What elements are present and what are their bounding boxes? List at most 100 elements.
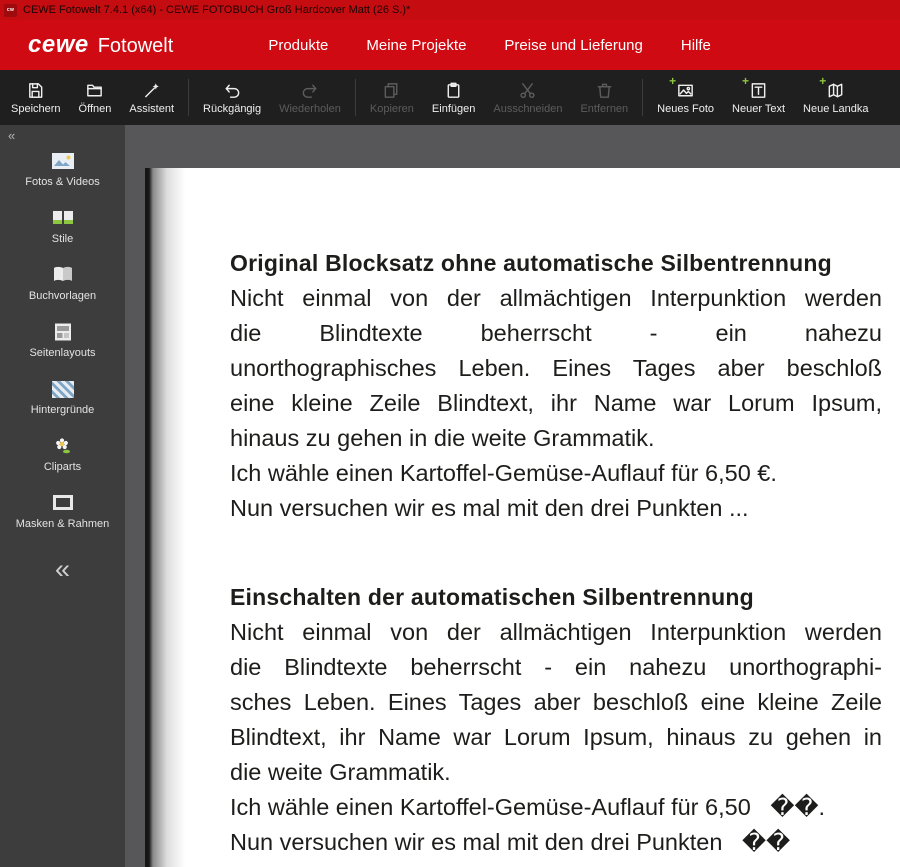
section-heading: Original Blocksatz ohne automatische Sil… bbox=[230, 250, 832, 276]
sidebar-item-label: Masken & Rahmen bbox=[15, 518, 110, 530]
book-page[interactable]: Original Blocksatz ohne automatische Sil… bbox=[145, 168, 900, 867]
copy-icon bbox=[382, 80, 401, 100]
redo-button-label: Wiederholen bbox=[279, 103, 341, 115]
sidebar-item-buchvorlagen[interactable]: Buchvorlagen bbox=[0, 265, 125, 302]
save-button[interactable]: Speichern bbox=[2, 70, 70, 125]
toolbar: Speichern Öffnen Assistent Rückgängig Wi… bbox=[0, 70, 900, 125]
undo-button-label: Rückgängig bbox=[203, 103, 262, 115]
body-line: die Blindtexte beherrscht - ein nahezu bbox=[230, 320, 882, 346]
sidebar-item-label: Fotos & Videos bbox=[25, 176, 100, 188]
page-layouts-icon bbox=[51, 322, 75, 342]
main-menu: Produkte Meine Projekte Preise und Liefe… bbox=[268, 37, 711, 54]
body-line: sches Leben. Eines Tages aber beschloß e… bbox=[230, 689, 882, 715]
body-line: unorthographisches Leben. Eines Tages ab… bbox=[230, 355, 882, 381]
masks-frames-icon bbox=[51, 493, 75, 513]
new-map-button-label: Neue Landka bbox=[803, 103, 869, 115]
new-text-button-label: Neuer Text bbox=[732, 103, 786, 115]
trash-icon bbox=[595, 80, 614, 100]
sidebar-item-seitenlayouts[interactable]: Seitenlayouts bbox=[0, 322, 125, 359]
sidebar-item-label: Buchvorlagen bbox=[28, 290, 97, 302]
body-line: die weite Grammatik. bbox=[230, 759, 451, 785]
open-button-label: Öffnen bbox=[78, 103, 112, 115]
body-line: hinaus zu gehen in die weite Grammatik. bbox=[230, 425, 655, 451]
menu-item-preise-und-lieferung[interactable]: Preise und Lieferung bbox=[504, 37, 642, 54]
new-photo-icon: + bbox=[669, 75, 695, 100]
cewe-logo: cewe Fotowelt bbox=[28, 31, 173, 59]
sidebar-item-label: Stile bbox=[51, 233, 74, 245]
sidebar-item-label: Hintergründe bbox=[30, 404, 95, 416]
copy-button-label: Kopieren bbox=[369, 103, 414, 115]
scissors-icon bbox=[518, 80, 537, 100]
toolbar-separator bbox=[354, 79, 356, 116]
logo-fotowelt-text: Fotowelt bbox=[97, 35, 174, 57]
sidebar-item-label: Seitenlayouts bbox=[29, 347, 96, 359]
assistant-button[interactable]: Assistent bbox=[120, 70, 183, 125]
book-templates-icon bbox=[51, 265, 75, 285]
body-line: Ich wähle einen Kartoffel-Gemüse-Auflauf… bbox=[230, 460, 777, 486]
toolbar-separator bbox=[642, 79, 644, 116]
sidebar: « Fotos & Videos Stile Buchvorlagen Seit… bbox=[0, 125, 125, 867]
new-text-icon: + bbox=[742, 75, 768, 100]
sidebar-collapse-button[interactable]: « bbox=[0, 125, 125, 151]
sidebar-item-stile[interactable]: Stile bbox=[0, 208, 125, 245]
workspace: « Fotos & Videos Stile Buchvorlagen Seit… bbox=[0, 125, 900, 867]
new-map-icon: + bbox=[819, 75, 845, 100]
logo-cewe-text: cewe bbox=[28, 31, 89, 58]
body-line: Nun versuchen wir es mal mit den drei Pu… bbox=[230, 829, 791, 855]
open-button[interactable]: Öffnen bbox=[70, 70, 121, 125]
window-title: CEWE Fotowelt 7.4.1 (x64) - CEWE FOTOBUC… bbox=[23, 4, 411, 16]
new-photo-button-label: Neues Foto bbox=[657, 103, 715, 115]
plus-badge-icon: + bbox=[742, 74, 750, 88]
redo-button: Wiederholen bbox=[270, 70, 350, 125]
photos-videos-icon bbox=[51, 151, 75, 171]
save-button-label: Speichern bbox=[11, 103, 61, 115]
page-text-content: Original Blocksatz ohne automatische Sil… bbox=[145, 168, 900, 860]
body-line: Nicht einmal von der allmächtigen Interp… bbox=[230, 619, 882, 645]
body-line: eine kleine Zeile Blindtext, ihr Name wa… bbox=[230, 390, 882, 416]
delete-button: Entfernen bbox=[571, 70, 637, 125]
copy-button: Kopieren bbox=[361, 70, 423, 125]
editor-canvas[interactable]: Original Blocksatz ohne automatische Sil… bbox=[125, 125, 900, 867]
new-photo-button[interactable]: + Neues Foto bbox=[648, 70, 723, 125]
sidebar-item-hintergruende[interactable]: Hintergründe bbox=[0, 379, 125, 416]
body-line: Ich wähle einen Kartoffel-Gemüse-Auflauf… bbox=[230, 794, 826, 820]
text-section-original-blocksatz[interactable]: Original Blocksatz ohne automatische Sil… bbox=[230, 246, 882, 526]
open-folder-icon bbox=[85, 80, 104, 100]
plus-badge-icon: + bbox=[669, 74, 677, 88]
sidebar-item-cliparts[interactable]: Cliparts bbox=[0, 436, 125, 473]
body-line: Nun versuchen wir es mal mit den drei Pu… bbox=[230, 495, 749, 521]
undo-icon bbox=[223, 80, 242, 100]
section-heading: Einschalten der automatischen Silbentren… bbox=[230, 584, 754, 610]
menu-bar: cewe Fotowelt Produkte Meine Projekte Pr… bbox=[0, 20, 900, 70]
sidebar-collapse-bottom-button[interactable]: « bbox=[0, 554, 125, 585]
title-bar: cw CEWE Fotowelt 7.4.1 (x64) - CEWE FOTO… bbox=[0, 0, 900, 20]
cliparts-flower-icon bbox=[51, 436, 75, 456]
body-line: Blindtext, ihr Name war Lorum Ipsum, hin… bbox=[230, 724, 882, 750]
new-map-button[interactable]: + Neue Landka bbox=[794, 70, 877, 125]
menu-item-meine-projekte[interactable]: Meine Projekte bbox=[366, 37, 466, 54]
body-line: Nicht einmal von der allmächtigen Interp… bbox=[230, 285, 882, 311]
cut-button-label: Ausschneiden bbox=[493, 103, 563, 115]
paste-button[interactable]: Einfügen bbox=[423, 70, 484, 125]
delete-button-label: Entfernen bbox=[580, 103, 629, 115]
save-icon bbox=[26, 80, 45, 100]
paste-clipboard-icon bbox=[444, 80, 463, 100]
magic-wand-icon bbox=[142, 80, 161, 100]
sidebar-item-fotos-videos[interactable]: Fotos & Videos bbox=[0, 151, 125, 188]
text-section-silbentrennung[interactable]: Einschalten der automatischen Silbentren… bbox=[230, 580, 882, 860]
sidebar-item-masken-rahmen[interactable]: Masken & Rahmen bbox=[0, 493, 125, 530]
paste-button-label: Einfügen bbox=[431, 103, 476, 115]
menu-item-produkte[interactable]: Produkte bbox=[268, 37, 328, 54]
redo-icon bbox=[300, 80, 319, 100]
backgrounds-icon bbox=[51, 379, 74, 399]
toolbar-separator bbox=[188, 79, 190, 116]
plus-badge-icon: + bbox=[819, 74, 827, 88]
styles-icon bbox=[51, 208, 75, 228]
app-icon: cw bbox=[4, 3, 17, 17]
body-line: die Blindtexte beherrscht - ein nahezu u… bbox=[230, 654, 882, 680]
assistant-button-label: Assistent bbox=[129, 103, 175, 115]
undo-button[interactable]: Rückgängig bbox=[194, 70, 270, 125]
new-text-button[interactable]: + Neuer Text bbox=[723, 70, 794, 125]
sidebar-item-label: Cliparts bbox=[43, 461, 82, 473]
menu-item-hilfe[interactable]: Hilfe bbox=[681, 37, 711, 54]
